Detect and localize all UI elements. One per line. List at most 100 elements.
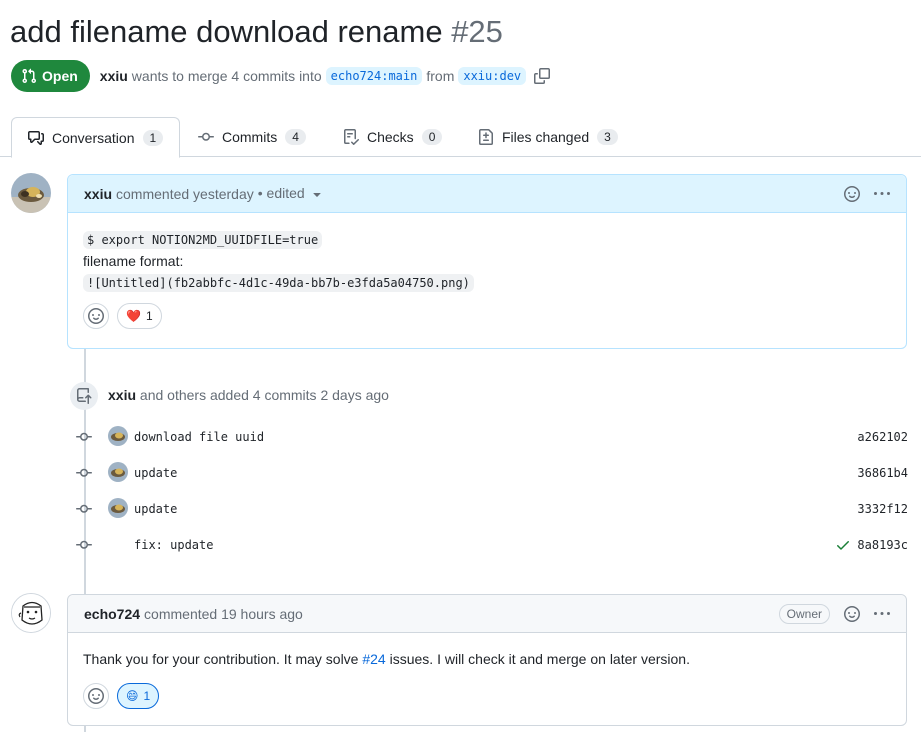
commit-avatar[interactable] <box>108 498 128 518</box>
commit-sha[interactable]: a262102 <box>857 430 908 444</box>
timeline-line-bottom <box>84 726 86 732</box>
git-commit-icon <box>74 499 94 519</box>
from-text: from <box>426 68 455 84</box>
comment-author[interactable]: echo724 <box>84 606 140 622</box>
comment-text-after: issues. I will check it and merge on lat… <box>389 651 690 667</box>
commit-avatar[interactable] <box>108 462 128 482</box>
tab-conversation[interactable]: Conversation 1 <box>11 117 181 158</box>
pr-meta: xxiu wants to merge 4 commits into echo7… <box>100 67 551 85</box>
kebab-horizontal-icon[interactable] <box>874 186 890 202</box>
commit-avatar[interactable] <box>108 426 128 446</box>
triangle-down-icon <box>312 193 321 198</box>
tab-commits[interactable]: Commits 4 <box>182 117 322 157</box>
pr-title-text: add filename download rename <box>10 14 443 49</box>
smile-reaction-button[interactable]: 😄 1 <box>117 683 160 709</box>
comment-actions: Owner <box>778 603 890 624</box>
heart-reaction-count: 1 <box>145 308 153 323</box>
comment-header: xxiu commented yesterday • edited <box>68 175 906 213</box>
head-branch[interactable]: xxiu:dev <box>458 67 527 85</box>
push-author[interactable]: xxiu <box>108 387 136 403</box>
comment-timestamp[interactable]: commented yesterday <box>116 186 254 202</box>
commit-message[interactable]: update <box>134 466 177 480</box>
add-reaction-button[interactable] <box>83 303 109 329</box>
commit-sha[interactable]: 36861b4 <box>857 466 908 480</box>
tab-checks[interactable]: Checks 0 <box>327 117 458 157</box>
git-commit-icon <box>74 427 94 447</box>
owner-badge: Owner <box>778 603 830 624</box>
state-label: Open <box>42 68 78 84</box>
push-summary: xxiu and others added 4 commits 2 days a… <box>108 387 389 403</box>
tab-files-changed[interactable]: Files changed 3 <box>462 117 634 157</box>
copy-icon[interactable] <box>534 68 551 84</box>
smiley-icon <box>88 688 104 704</box>
tab-files-changed-count: 3 <box>597 129 618 145</box>
commit-row: update 36861b4 <box>74 462 908 484</box>
commit-message[interactable]: download file uuid <box>134 430 264 444</box>
edited-label: • edited <box>257 184 305 201</box>
pr-meta-text: wants to merge 4 commits into <box>131 68 322 84</box>
commit-sha-text: 3332f12 <box>857 502 908 516</box>
code-filename: ![Untitled](fb2abbfc-4d1c-49da-bb7b-e3fd… <box>83 274 474 292</box>
avatar-echo724[interactable] <box>11 593 51 633</box>
comment-actions <box>844 185 890 202</box>
heart-icon: ❤️ <box>126 308 141 323</box>
smiley-icon[interactable] <box>844 185 860 202</box>
base-branch[interactable]: echo724:main <box>325 67 423 85</box>
git-commit-icon <box>198 132 214 141</box>
checklist-icon <box>344 129 359 145</box>
avatar-xxiu[interactable] <box>11 173 51 213</box>
smile-emoji-icon: 😄 <box>126 688 139 703</box>
comment-text: filename format: <box>83 253 184 269</box>
check-icon[interactable] <box>835 537 851 553</box>
comment-xxiu: xxiu commented yesterday • edited $ expo… <box>67 174 907 349</box>
pr-tabs: Conversation 1 Commits 4 Checks 0 Files … <box>0 117 921 158</box>
commit-message[interactable]: fix: update <box>134 538 213 552</box>
push-summary-text: and others added 4 commits 2 days ago <box>139 387 389 403</box>
commit-message[interactable]: update <box>134 502 177 516</box>
repo-push-icon <box>77 388 92 404</box>
smile-reaction-count: 1 <box>143 688 151 703</box>
code-export: $ export NOTION2MD_UUIDFILE=true <box>83 231 323 249</box>
state-badge: Open <box>11 60 90 92</box>
edited-dropdown[interactable]: • edited <box>258 185 325 202</box>
kebab-horizontal-icon[interactable] <box>874 606 890 622</box>
commit-sha-text: 36861b4 <box>857 466 908 480</box>
reactions-bar: ❤️ 1 <box>83 303 891 329</box>
tab-conversation-label: Conversation <box>52 129 135 146</box>
smiley-icon <box>88 308 104 324</box>
comment-echo724: echo724 commented 19 hours ago Owner Tha… <box>67 594 907 726</box>
add-reaction-button[interactable] <box>83 683 109 709</box>
pr-status-row: Open xxiu wants to merge 4 commits into … <box>11 60 551 92</box>
tab-conversation-count: 1 <box>142 129 164 146</box>
comment-text-before: Thank you for your contribution. It may … <box>83 651 359 667</box>
tab-files-changed-label: Files changed <box>502 129 590 145</box>
comment-body: Thank you for your contribution. It may … <box>68 633 906 725</box>
commit-row: fix: update 8a8193c <box>74 534 908 556</box>
commit-sha-text: 8a8193c <box>857 538 908 552</box>
comment-header: echo724 commented 19 hours ago Owner <box>68 595 906 633</box>
push-badge <box>70 382 98 410</box>
comment-body: $ export NOTION2MD_UUIDFILE=true filenam… <box>68 213 906 345</box>
pr-title: add filename download rename #25 <box>10 14 503 50</box>
smiley-icon[interactable] <box>844 605 860 622</box>
reactions-bar: 😄 1 <box>83 683 891 709</box>
commit-sha[interactable]: 8a8193c <box>835 537 908 553</box>
tab-commits-count: 4 <box>285 129 306 145</box>
commit-row: download file uuid a262102 <box>74 426 908 448</box>
commit-sha-text: a262102 <box>857 430 908 444</box>
commit-row: update 3332f12 <box>74 498 908 520</box>
tab-commits-label: Commits <box>222 129 278 145</box>
tab-checks-count: 0 <box>421 129 443 145</box>
file-diff-icon <box>479 129 493 145</box>
commit-sha[interactable]: 3332f12 <box>857 502 908 516</box>
heart-reaction-button[interactable]: ❤️ 1 <box>117 303 162 329</box>
comment-author[interactable]: xxiu <box>84 186 112 202</box>
pr-number: #25 <box>451 14 503 49</box>
git-commit-icon <box>74 463 94 483</box>
git-commit-icon <box>74 535 94 555</box>
tab-checks-label: Checks <box>367 129 414 145</box>
issue-link[interactable]: #24 <box>362 651 385 667</box>
comment-text: Thank you for your contribution. It may … <box>83 649 891 670</box>
pr-author-link[interactable]: xxiu <box>100 68 128 84</box>
comment-timestamp[interactable]: commented 19 hours ago <box>144 606 303 622</box>
